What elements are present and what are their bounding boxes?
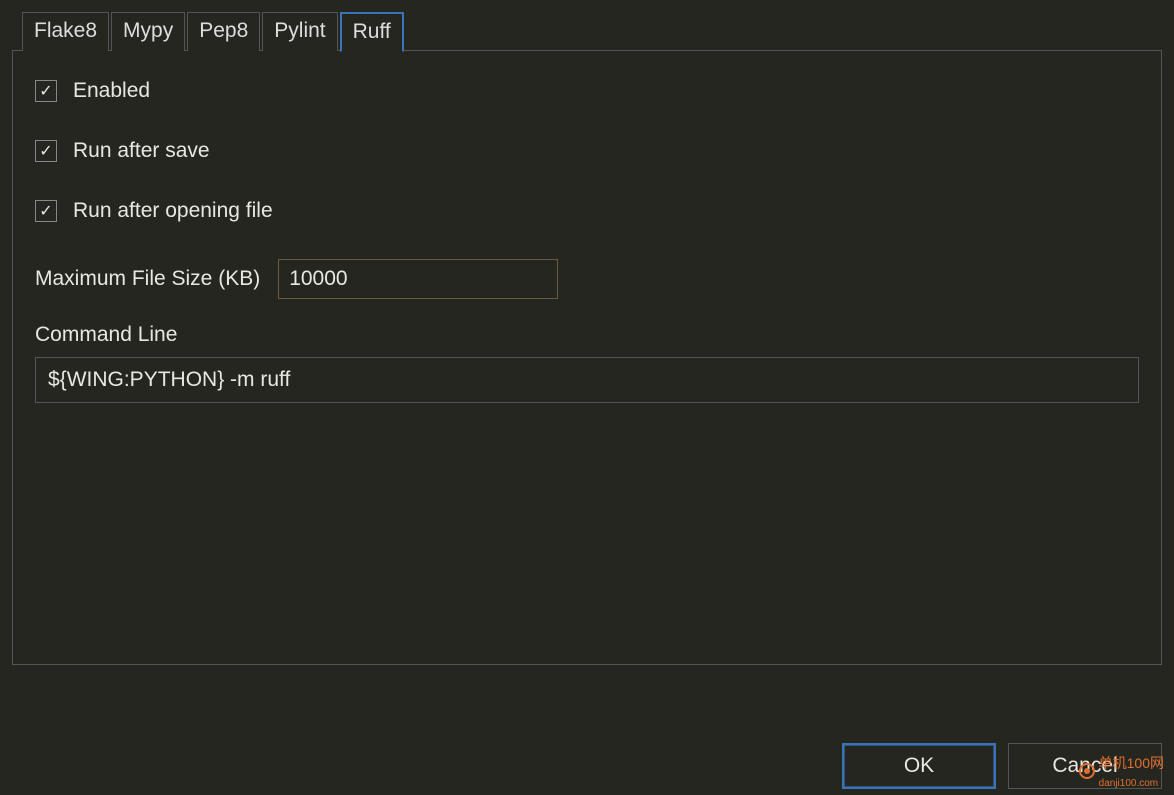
ok-button[interactable]: OK xyxy=(842,743,996,789)
run-after-open-label: Run after opening file xyxy=(73,199,273,223)
tab-pep8[interactable]: Pep8 xyxy=(187,12,260,51)
run-after-open-checkbox[interactable] xyxy=(35,200,57,222)
max-file-size-input[interactable] xyxy=(278,259,558,299)
tab-ruff[interactable]: Ruff xyxy=(340,12,404,52)
tab-bar: Flake8 Mypy Pep8 Pylint Ruff xyxy=(22,12,1162,51)
command-line-label: Command Line xyxy=(35,323,1139,347)
tab-mypy[interactable]: Mypy xyxy=(111,12,185,51)
command-line-input[interactable] xyxy=(35,357,1139,403)
dialog: Flake8 Mypy Pep8 Pylint Ruff Enabled Run… xyxy=(0,0,1174,677)
button-bar: OK Cancel xyxy=(842,743,1162,789)
tab-pylint[interactable]: Pylint xyxy=(262,12,337,51)
cancel-button[interactable]: Cancel xyxy=(1008,743,1162,789)
enabled-label: Enabled xyxy=(73,79,150,103)
max-file-size-label: Maximum File Size (KB) xyxy=(35,267,260,291)
run-after-save-checkbox[interactable] xyxy=(35,140,57,162)
enabled-checkbox[interactable] xyxy=(35,80,57,102)
run-after-save-label: Run after save xyxy=(73,139,210,163)
tab-flake8[interactable]: Flake8 xyxy=(22,12,109,51)
tab-panel-ruff: Enabled Run after save Run after opening… xyxy=(12,50,1162,665)
